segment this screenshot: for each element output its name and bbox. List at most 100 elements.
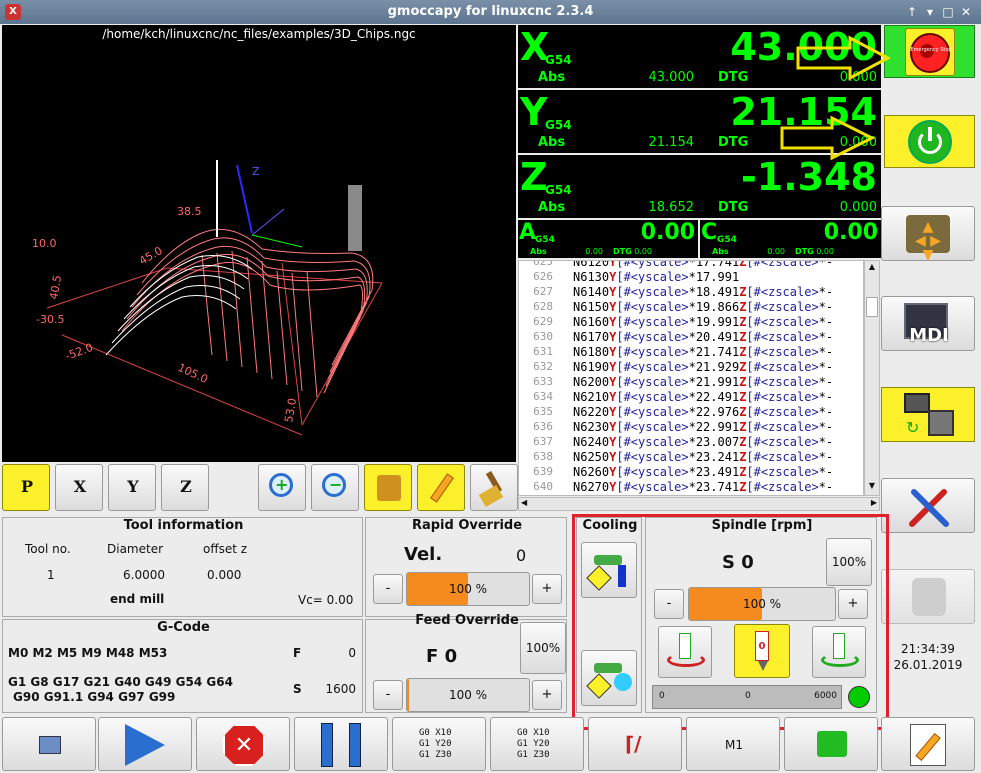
abs-label: Abs	[538, 135, 566, 150]
auto-mode-button[interactable]: ↻	[881, 387, 975, 442]
scroll-down-icon[interactable]: ▼	[866, 481, 878, 493]
maximize-icon[interactable]: □	[940, 4, 956, 20]
abs-value: 43.000	[648, 70, 695, 85]
minimize-icon[interactable]: ▾	[922, 4, 938, 20]
tool-no-value: 1	[47, 568, 55, 582]
gcode-text: N6230Y[#<yscale>*22.991Z[#<zscale>*-	[573, 420, 834, 434]
open-file-button[interactable]	[2, 717, 96, 771]
settings-button[interactable]	[881, 478, 975, 533]
feed-label: F	[293, 646, 302, 660]
dim-label: 40.5	[47, 274, 64, 300]
show-dimensions-button[interactable]	[364, 464, 412, 511]
optional-stop-button[interactable]: M1	[686, 717, 780, 771]
scroll-left-icon[interactable]: ◀	[521, 498, 527, 507]
coord-system: G54	[545, 53, 572, 67]
line-number: 630	[533, 330, 553, 343]
abs-value: 18.652	[648, 200, 695, 215]
fullscreen-button[interactable]	[784, 717, 878, 771]
feed-plus-button[interactable]: +	[532, 680, 562, 710]
svg-text:Z: Z	[252, 165, 260, 178]
arrow-icon	[796, 35, 890, 81]
feed-label-big: F 0	[426, 646, 458, 667]
axis-letter: Y	[520, 90, 548, 134]
gcode-text: N6120Y[#<yscale>*17.741Z[#<zscale>*-	[573, 260, 834, 269]
rapid-label: Vel.	[404, 544, 443, 565]
clear-plot-button[interactable]	[470, 464, 518, 511]
run-button[interactable]	[98, 717, 192, 771]
show-tool-path-button[interactable]	[417, 464, 465, 511]
estop-button[interactable]: Emergency Stop	[884, 25, 975, 78]
abs-label: Abs	[538, 70, 566, 85]
gcode-hscrollbar[interactable]: ◀ ▶	[518, 497, 880, 511]
gcode-view[interactable]: 625 N6120Y[#<yscale>*17.741Z[#<zscale>*- 6…	[518, 260, 864, 496]
axis-letter: A	[519, 220, 537, 245]
rapid-plus-button[interactable]: +	[532, 574, 562, 604]
gcode-text: N6190Y[#<yscale>*21.929Z[#<zscale>*-	[573, 360, 834, 374]
run-from-line-button[interactable]: G0 X10 G1 Y20 G1 Z30	[490, 717, 584, 771]
scroll-up-icon[interactable]: ▲	[866, 262, 878, 274]
dim-label: 38.5	[177, 205, 202, 218]
toolpath-preview[interactable]: /home/kch/linuxcnc/nc_files/examples/3D_…	[2, 25, 516, 462]
mdi-mode-button[interactable]: MDI	[881, 296, 975, 351]
manual-mode-button[interactable]: ▲ ◀ ▶ ▼	[881, 206, 975, 262]
step-icon: G0 X10 G1 Y20 G1 Z30	[419, 728, 452, 760]
optional-skip-button[interactable]: ⌈/	[588, 717, 682, 771]
rapid-slider[interactable]: 100 %	[406, 572, 530, 606]
feed-percent: 100 %	[448, 688, 488, 702]
user-tabs-button[interactable]	[881, 569, 975, 624]
clock-time: 21:34:39	[901, 642, 955, 656]
feed-minus-button[interactable]: -	[373, 680, 403, 710]
m1-label: M1	[725, 738, 743, 752]
diameter-value: 6.0000	[123, 568, 165, 582]
line-number: 631	[533, 345, 553, 358]
gcode-text: N6210Y[#<yscale>*22.491Z[#<zscale>*-	[573, 390, 834, 404]
title-bar: X gmoccapy for linuxcnc 2.3.4 ↑ ▾ □ ✕	[0, 0, 981, 24]
gcode-scrollbar[interactable]: ▲ ▼	[864, 260, 880, 496]
close-icon[interactable]: ✕	[958, 4, 974, 20]
axis-value: 0.00	[640, 220, 695, 245]
machine-on-button[interactable]	[884, 115, 975, 168]
view-y-button[interactable]: Y	[108, 464, 156, 511]
view-x-button[interactable]: X	[55, 464, 103, 511]
pause-button[interactable]	[294, 717, 388, 771]
highlight-frame	[572, 514, 889, 730]
jog-arrows-icon: ▲ ◀ ▶ ▼	[906, 215, 950, 262]
diameter-header: Diameter	[107, 542, 164, 556]
keep-above-icon[interactable]: ↑	[904, 4, 920, 20]
folder-icon	[39, 736, 61, 754]
line-number: 627	[533, 285, 553, 298]
dro-a[interactable]: A G54 0.00 Abs 0.00 DTG 0.00	[518, 220, 698, 258]
rapid-title: Rapid Override	[411, 518, 523, 533]
scroll-thumb[interactable]	[866, 297, 878, 317]
gcode-info-title: G-Code	[157, 620, 210, 635]
dro-c[interactable]: C G54 0.00 Abs 0.00 DTG 0.00	[700, 220, 881, 258]
stop-button[interactable]: ✕	[196, 717, 290, 771]
feed-slider[interactable]: 100 %	[406, 678, 530, 712]
gcode-info-panel: G-Code M0 M2 M5 M9 M48 M53 G1 G8 G17 G21…	[2, 619, 363, 713]
abs-label: Abs	[538, 200, 566, 215]
line-number: 633	[533, 375, 553, 388]
line-number: 635	[533, 405, 553, 418]
gcode-text: N6160Y[#<yscale>*19.991Z[#<zscale>*-	[573, 315, 834, 329]
zoom-in-button[interactable]: +	[258, 464, 306, 511]
abs-value: 0.00	[767, 247, 785, 256]
rapid-minus-button[interactable]: -	[373, 574, 403, 604]
step-button[interactable]: G0 X10 G1 Y20 G1 Z30	[392, 717, 486, 771]
tool-type: end mill	[110, 592, 165, 606]
feed-reset-button[interactable]: 100%	[520, 622, 566, 674]
view-p-button[interactable]: P	[2, 464, 50, 511]
coord-system: G54	[535, 235, 555, 245]
view-z-button[interactable]: Z	[161, 464, 209, 511]
dtg-label: DTG	[795, 247, 814, 256]
line-number: 639	[533, 465, 553, 478]
scroll-right-icon[interactable]: ▶	[871, 498, 877, 507]
gcode-text: N6240Y[#<yscale>*23.007Z[#<zscale>*-	[573, 435, 834, 449]
axis-letter: Z	[520, 155, 548, 199]
pause-icon	[321, 723, 333, 767]
axis-value: 0.00	[823, 220, 878, 245]
tool-info-title: Tool information	[123, 518, 244, 533]
edit-button[interactable]	[881, 717, 975, 771]
speed-label: S	[293, 682, 302, 696]
zoom-out-button[interactable]: −	[311, 464, 359, 511]
window-title: gmoccapy for linuxcnc 2.3.4	[387, 4, 594, 19]
